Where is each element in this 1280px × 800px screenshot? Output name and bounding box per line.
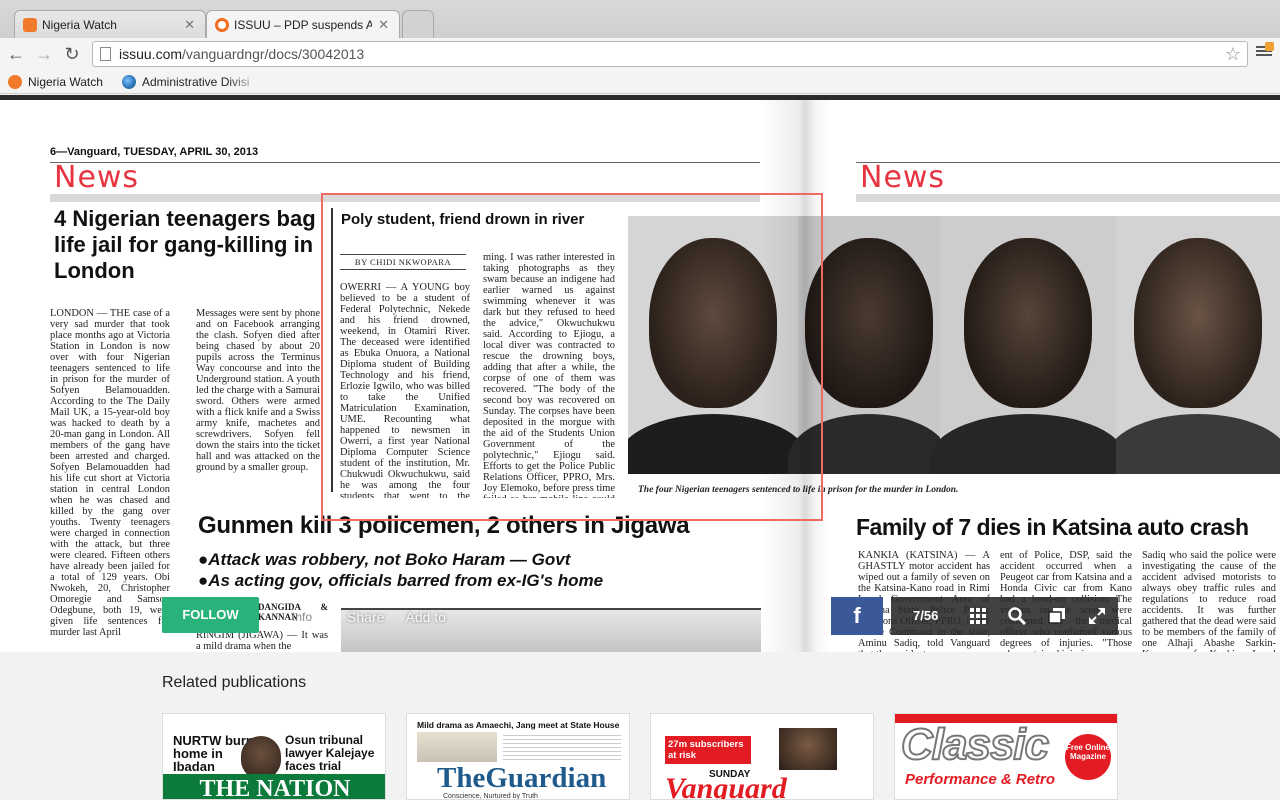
close-tab-icon[interactable]: ✕ bbox=[378, 17, 389, 33]
add-to-link[interactable]: Add to bbox=[405, 609, 445, 625]
thumb-masthead: TheGuardian bbox=[437, 762, 607, 794]
share-link[interactable]: Share bbox=[347, 609, 384, 625]
browser-toolbar: ← → ↻ issuu.com/vanguardngr/docs/3004201… bbox=[0, 38, 1280, 70]
tab-title: ISSUU – PDP suspends Ama bbox=[234, 17, 373, 32]
tab-strip: Nigeria Watch ✕ ISSUU – PDP suspends Ama… bbox=[0, 0, 1280, 38]
thumb-photo bbox=[417, 732, 497, 762]
story-highlight-box[interactable] bbox=[321, 193, 823, 521]
related-thumb-sunday-vanguard[interactable]: 27m subscribers at risk SUNDAY Vanguard bbox=[650, 713, 874, 800]
divider bbox=[50, 162, 760, 163]
reload-icon[interactable]: ↻ bbox=[60, 42, 84, 66]
shoulder bbox=[1116, 414, 1280, 474]
thumb-subtitle: Performance & Retro bbox=[905, 771, 1056, 788]
reader-nav-bar: 7/56 bbox=[891, 597, 1118, 635]
tab-title: Nigeria Watch bbox=[42, 17, 117, 32]
thumb-masthead: Classic bbox=[900, 719, 1050, 770]
issuu-reader[interactable]: 6—Vanguard, TUESDAY, APRIL 30, 2013 News… bbox=[0, 95, 1280, 652]
url-host: issuu.com bbox=[119, 46, 183, 62]
gunmen-subhead-2: ●As acting gov, officials barred from ex… bbox=[198, 571, 604, 590]
page-counter[interactable]: 7/56 bbox=[913, 608, 938, 623]
issuu-favicon-icon bbox=[215, 17, 229, 32]
pages-icon[interactable] bbox=[1047, 606, 1067, 626]
thumb-headline: Mild drama as Amaechi, Jang meet at Stat… bbox=[417, 720, 620, 730]
url-path: /vanguardngr/docs/30042013 bbox=[182, 46, 365, 62]
forward-arrow-icon[interactable]: → bbox=[32, 42, 56, 66]
search-icon[interactable] bbox=[1007, 606, 1027, 626]
facebook-share-button[interactable]: f bbox=[831, 597, 883, 635]
thumb-tagline: Conscience, Nurtured by Truth bbox=[443, 793, 538, 800]
globe-icon bbox=[122, 75, 136, 89]
lead-story-text: Messages were sent by phone and on Faceb… bbox=[196, 308, 320, 473]
lead-story-text: LONDON — THE case of a very sad murder t… bbox=[50, 308, 170, 638]
tab-nigeria-watch[interactable]: Nigeria Watch ✕ bbox=[14, 10, 206, 38]
face bbox=[805, 238, 933, 408]
lead-story-col1: LONDON — THE case of a very sad murder t… bbox=[50, 308, 170, 652]
thumb-text-block bbox=[503, 732, 621, 762]
bookmark-star-icon[interactable]: ☆ bbox=[1225, 42, 1241, 66]
lead-headline: 4 Nigerian teenagers bag life jail for g… bbox=[54, 206, 316, 283]
grid-icon[interactable] bbox=[968, 606, 988, 626]
fullscreen-icon[interactable] bbox=[1087, 606, 1107, 626]
page-icon bbox=[100, 47, 111, 61]
shoulder bbox=[930, 414, 1116, 474]
tab-issuu[interactable]: ISSUU – PDP suspends Ama ✕ bbox=[206, 10, 400, 38]
katsina-headline: Family of 7 dies in Katsina auto crash bbox=[856, 514, 1249, 540]
nigeria-watch-favicon-icon bbox=[23, 17, 37, 32]
mugshot-4 bbox=[1116, 216, 1280, 474]
thumb-headline: 27m subscribers at risk bbox=[665, 736, 751, 764]
katsina-col3: Sadiq who said the police were investiga… bbox=[1142, 550, 1276, 652]
section-title-news: News bbox=[54, 160, 140, 195]
bookmark-label: Administrative Divisi bbox=[142, 75, 250, 89]
gunmen-text: RINGIM (JIGAWA) — It was a mild drama wh… bbox=[196, 630, 328, 652]
lead-story-col2: Messages were sent by phone and on Faceb… bbox=[196, 308, 320, 488]
bookmark-administrative-divisions[interactable]: Administrative Divisi bbox=[122, 73, 249, 91]
update-badge-icon bbox=[1265, 42, 1274, 51]
thumb-masthead: THE NATION bbox=[163, 774, 385, 799]
nigeria-watch-favicon-icon bbox=[8, 75, 22, 89]
dateline: 6—Vanguard, TUESDAY, APRIL 30, 2013 bbox=[50, 146, 259, 158]
related-thumb-classic-magazine[interactable]: Classic Performance & Retro Free Online … bbox=[894, 713, 1118, 800]
related-thumb-the-guardian[interactable]: Mild drama as Amaechi, Jang meet at Stat… bbox=[406, 713, 630, 800]
bookmark-label: Nigeria Watch bbox=[28, 75, 103, 89]
related-thumb-the-nation[interactable]: NURTW burns home in Ibadan Osun tribunal… bbox=[162, 713, 386, 800]
share-links: Share Add to bbox=[347, 609, 464, 625]
gunmen-subhead-1: ●Attack was robbery, not Boko Haram — Go… bbox=[198, 550, 571, 569]
face bbox=[964, 238, 1092, 408]
mugshot-3 bbox=[930, 216, 1116, 474]
section-title-news: News bbox=[860, 160, 946, 195]
section-band bbox=[856, 194, 1280, 202]
new-tab-button[interactable] bbox=[402, 10, 434, 38]
thumb-headline: Osun tribunal lawyer Kalejaye faces tria… bbox=[285, 733, 375, 773]
back-arrow-icon[interactable]: ← bbox=[4, 42, 28, 66]
free-online-badge: Free Online Magazine bbox=[1065, 734, 1111, 780]
bookmarks-bar: Nigeria Watch Administrative Divisi bbox=[0, 70, 1280, 94]
face bbox=[1134, 238, 1262, 408]
bookmark-nigeria-watch[interactable]: Nigeria Watch bbox=[8, 73, 103, 91]
thumb-masthead: Vanguard bbox=[665, 772, 787, 800]
katsina-text: Sadiq who said the police were investiga… bbox=[1142, 550, 1276, 652]
address-bar[interactable]: issuu.com/vanguardngr/docs/30042013 ☆ bbox=[92, 41, 1248, 67]
info-link[interactable]: Info bbox=[292, 610, 312, 624]
follow-button[interactable]: FOLLOW bbox=[162, 597, 259, 633]
close-tab-icon[interactable]: ✕ bbox=[184, 17, 195, 33]
gunmen-story-text: RINGIM (JIGAWA) — It was a mild drama wh… bbox=[196, 630, 328, 652]
related-publications-title: Related publications bbox=[162, 674, 307, 691]
thumb-photo bbox=[779, 728, 837, 770]
